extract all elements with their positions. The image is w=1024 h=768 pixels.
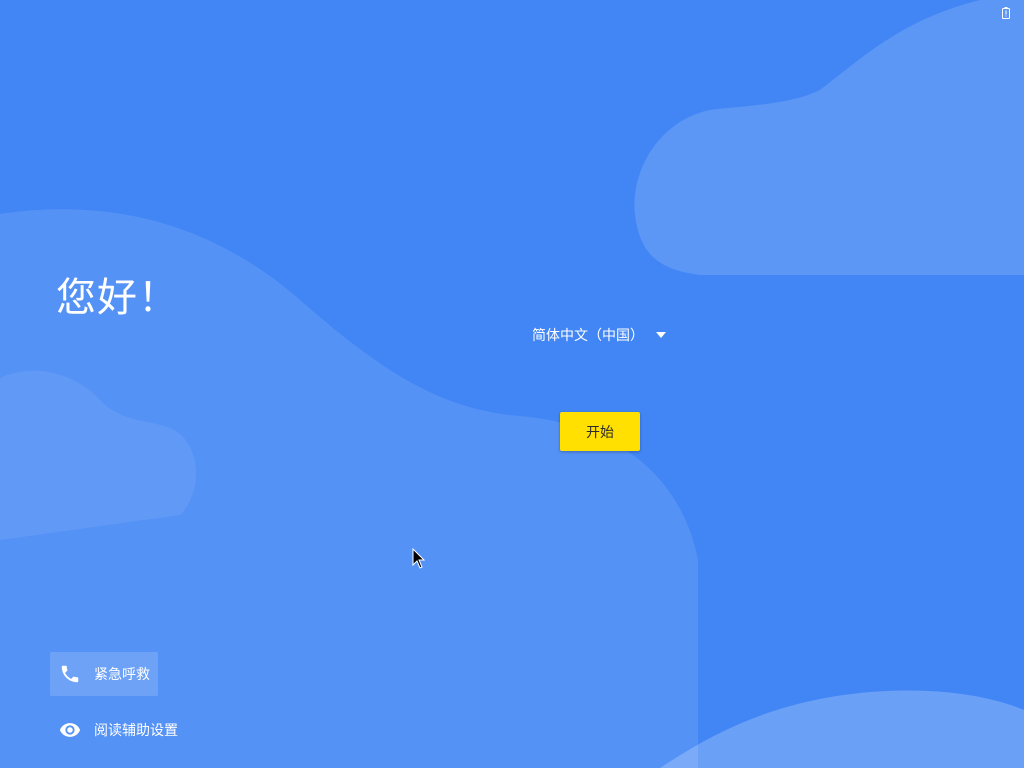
- wave-top-right: [634, 0, 1024, 275]
- arrow-drop-down-icon: [656, 332, 666, 338]
- wave-bottom-right: [660, 690, 1024, 768]
- accessibility-settings-button[interactable]: 阅读辅助设置: [50, 708, 186, 752]
- start-button[interactable]: 开始: [560, 412, 640, 451]
- emergency-call-label: 紧急呼救: [94, 667, 150, 683]
- greeting-title: 您好！: [56, 275, 179, 321]
- language-select[interactable]: 简体中文（中国）: [526, 320, 672, 350]
- language-select-value: 简体中文（中国）: [532, 328, 644, 344]
- phone-icon: [58, 662, 82, 686]
- emergency-call-button[interactable]: 紧急呼救: [50, 652, 158, 696]
- welcome-screen: 您好！ 简体中文（中国） 开始 紧急呼救 阅读辅助设置: [0, 0, 1024, 768]
- mouse-pointer-icon: [412, 548, 426, 569]
- eye-icon: [58, 718, 82, 742]
- accessibility-settings-label: 阅读辅助设置: [94, 723, 178, 739]
- battery-alert-icon: [1002, 4, 1010, 19]
